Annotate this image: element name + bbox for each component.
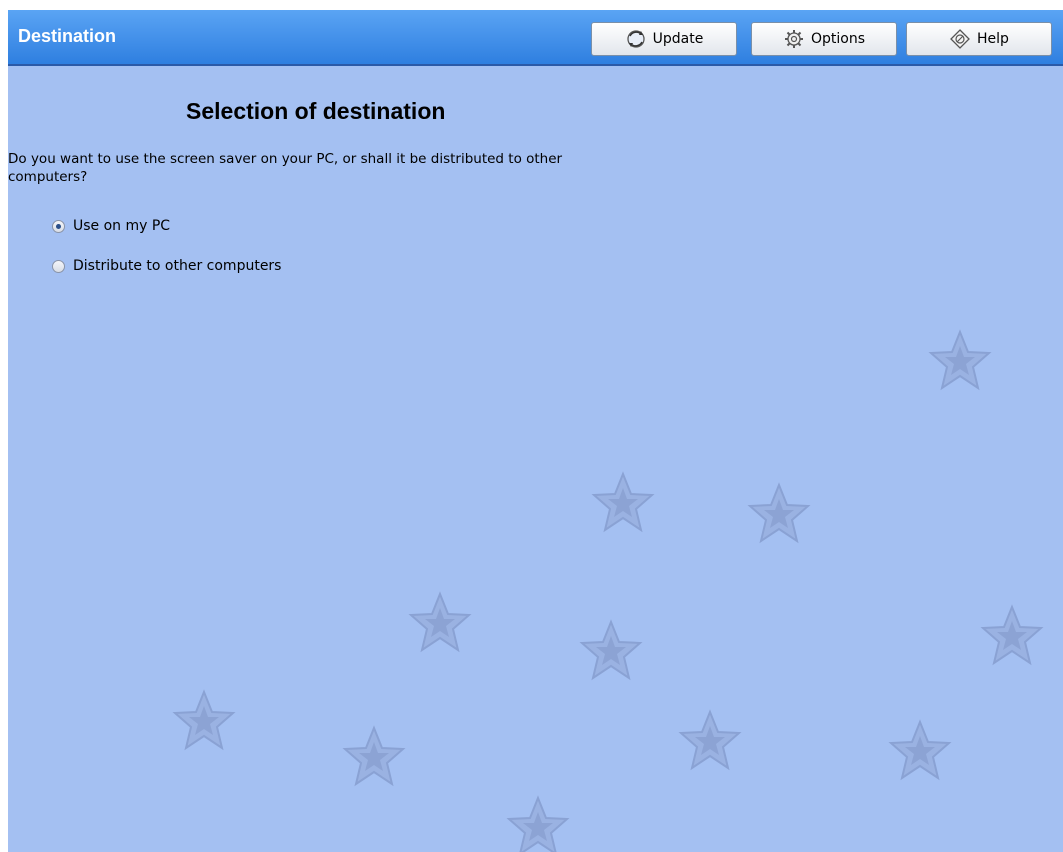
star-icon: [593, 473, 653, 531]
destination-window: Destination Update Options Help Selectio…: [8, 10, 1063, 852]
star-icon: [174, 691, 234, 749]
option-label: Use on my PC: [73, 218, 171, 234]
star-icon: [749, 484, 809, 542]
option-use-on-my-pc[interactable]: Use on my PC: [52, 218, 170, 234]
help-button[interactable]: Help: [906, 22, 1052, 56]
update-button[interactable]: Update: [591, 22, 737, 56]
star-icon: [680, 711, 740, 769]
radio-button[interactable]: [52, 259, 65, 273]
star-icon: [930, 331, 990, 389]
star-icon: [581, 621, 641, 679]
options-label: Options: [810, 31, 866, 47]
star-icon: [982, 606, 1042, 664]
options-icon: [784, 30, 803, 48]
star-icon: [344, 727, 404, 785]
question-text: Do you want to use the screen saver on y…: [8, 151, 563, 185]
header-title: Destination: [18, 26, 117, 46]
option-label: Distribute to other computers: [73, 258, 282, 274]
star-background: [174, 331, 1042, 852]
update-icon: [626, 30, 645, 48]
help-label: Help: [977, 31, 1009, 47]
star-icon: [410, 593, 470, 651]
option-distribute[interactable]: Distribute to other computers: [52, 258, 281, 274]
header-bar: Destination Update Options Help: [8, 10, 1063, 66]
update-label: Update: [652, 31, 704, 47]
star-icon: [508, 797, 568, 852]
page-title: Selection of destination: [186, 98, 446, 124]
options-button[interactable]: Options: [751, 22, 897, 56]
help-icon: [950, 29, 970, 49]
radio-button-selected[interactable]: [52, 219, 65, 233]
star-icon: [890, 721, 950, 779]
